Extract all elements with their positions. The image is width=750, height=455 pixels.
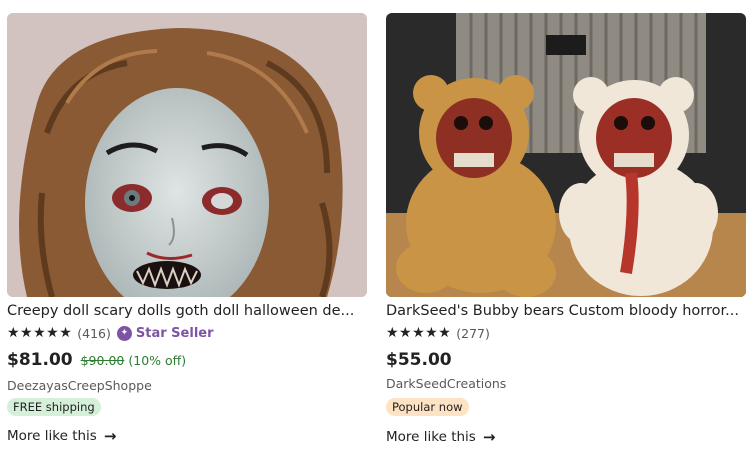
more-like-this-link[interactable]: More like this → (7, 427, 116, 445)
more-like-this-link[interactable]: More like this → (386, 428, 495, 446)
more-like-this-label: More like this (386, 429, 476, 445)
arrow-right-icon: → (482, 428, 496, 446)
original-price: $90.00 (80, 353, 125, 368)
review-count: (277) (456, 325, 490, 341)
popular-now-badge: Popular now (386, 398, 469, 416)
shop-name[interactable]: DeezayasCreepShoppe (7, 378, 152, 393)
listing-image[interactable] (386, 13, 746, 297)
bloody-teddy-bears-image (386, 13, 746, 297)
star-seller-icon: ✦ (116, 325, 132, 341)
price-row: $81.00 $90.00 (10% off) (7, 350, 186, 370)
sale-price: $55.00 (386, 350, 452, 370)
rating-row: ★★★★★ (416) ✦ Star Seller (7, 325, 214, 341)
creepy-doll-image (7, 13, 367, 297)
listing-title[interactable]: DarkSeed's Bubby bears Custom bloody hor… (386, 303, 742, 319)
listing-image[interactable] (7, 13, 367, 297)
rating-row: ★★★★★ (277) (386, 325, 490, 341)
star-seller-label: Star Seller (135, 325, 214, 341)
arrow-right-icon: → (103, 427, 117, 445)
free-shipping-badge: FREE shipping (7, 398, 101, 416)
review-count: (416) (77, 325, 111, 341)
rating-stars: ★★★★★ (386, 325, 452, 341)
discount-label: (10% off) (128, 353, 187, 368)
rating-stars: ★★★★★ (7, 325, 73, 341)
sale-price: $81.00 (7, 350, 73, 370)
more-like-this-label: More like this (7, 428, 97, 444)
shop-name[interactable]: DarkSeedCreations (386, 376, 506, 391)
price-row: $55.00 (386, 350, 452, 370)
listing-title[interactable]: Creepy doll scary dolls goth doll hallow… (7, 303, 363, 319)
